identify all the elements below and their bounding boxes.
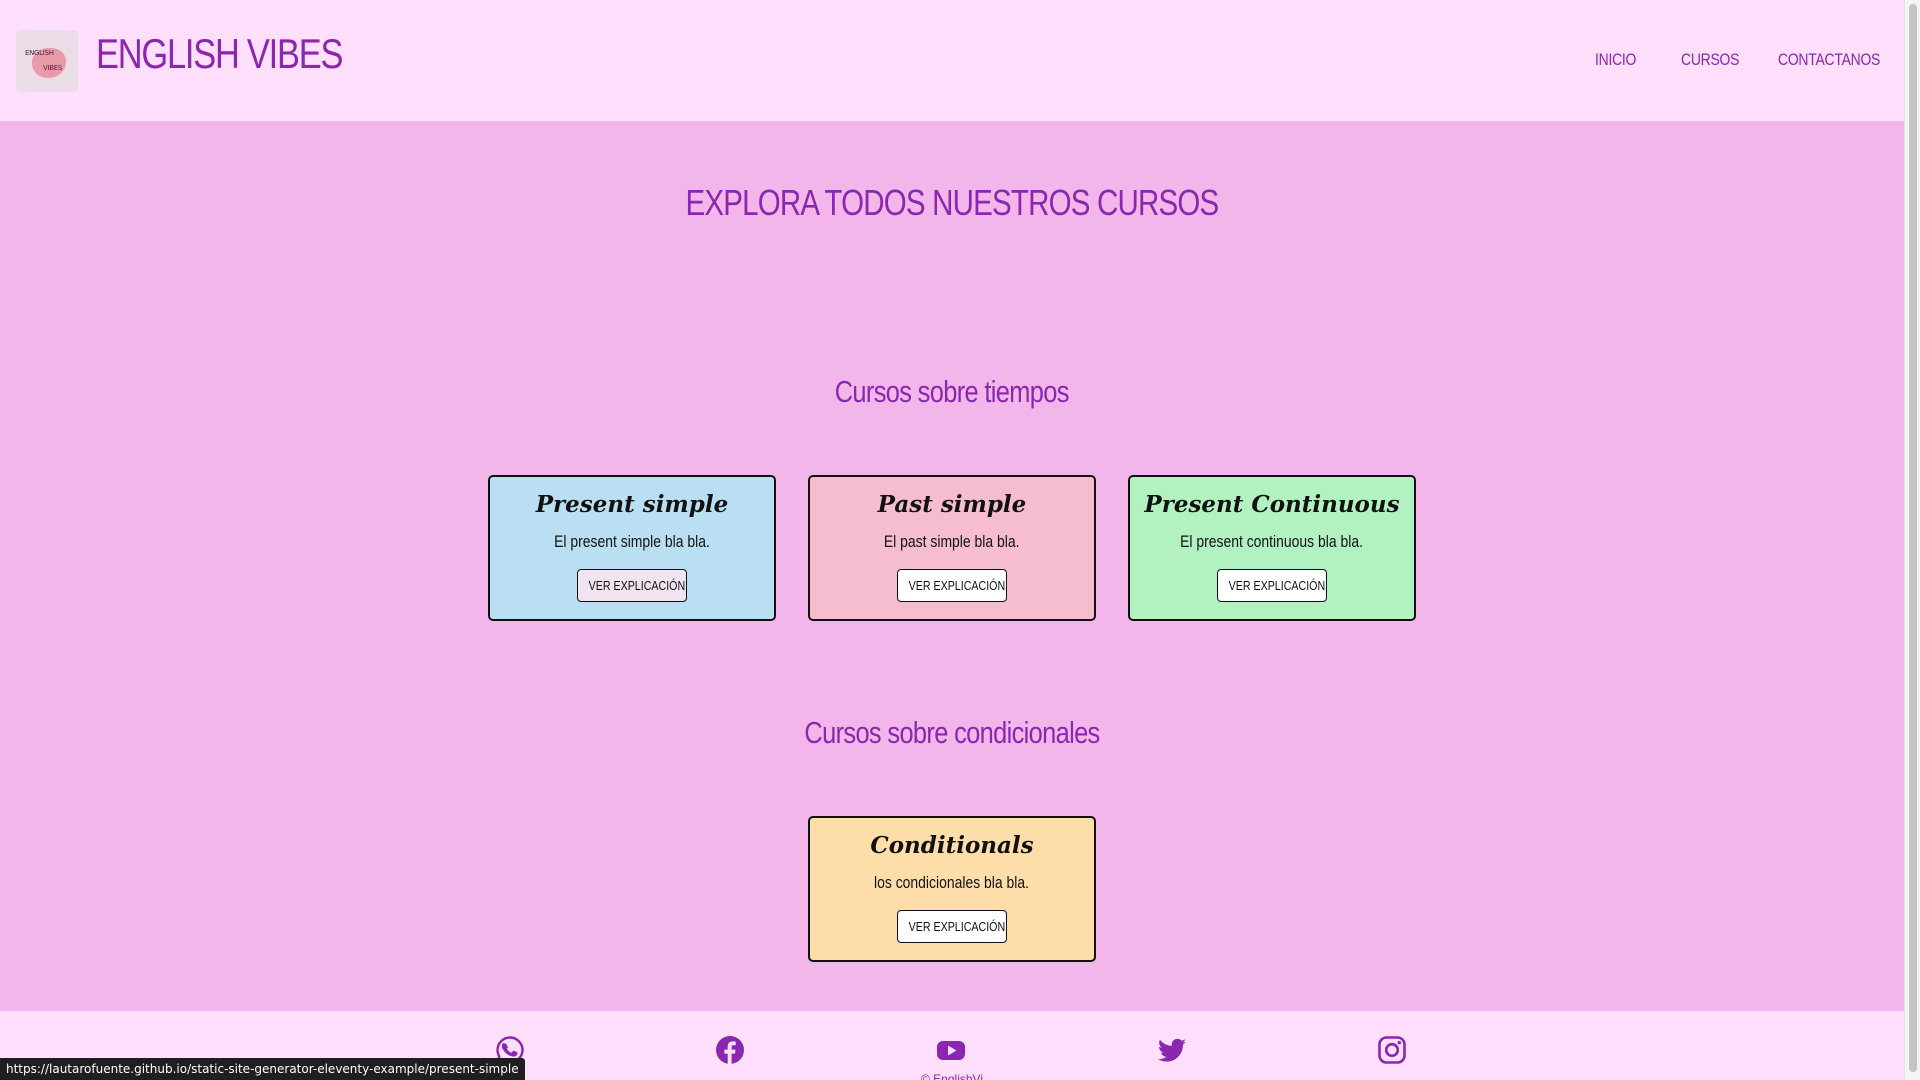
ver-explicacion-button[interactable]: VER EXPLICACIÓN (897, 569, 1007, 602)
logo-text-line2: VIBES (43, 64, 63, 72)
course-description: El present simple bla bla. (554, 532, 710, 551)
ver-explicacion-button[interactable]: VER EXPLICACIÓN (577, 569, 687, 602)
logo-text-line1: ENGLISH (25, 49, 54, 57)
link-status-bar: https://lautarofuente.github.io/static-s… (0, 1058, 525, 1080)
ver-explicacion-button[interactable]: VER EXPLICACIÓN (1217, 569, 1327, 602)
facebook-icon[interactable] (714, 1034, 746, 1066)
nav-cursos[interactable]: CURSOS (1681, 50, 1739, 70)
course-title: Conditionals (870, 832, 1034, 859)
course-title: Past simple (877, 491, 1027, 518)
section-title-condicionales: Cursos sobre condicionales (804, 715, 1100, 750)
course-card-conditionals: Conditionals los condicionales bla bla. … (808, 816, 1096, 962)
course-title: Present Continuous (1144, 491, 1400, 518)
nav-contactanos[interactable]: CONTACTANOS (1778, 50, 1880, 70)
course-title: Present simple (535, 491, 729, 518)
course-card-present-continuous: Present Continuous El present continuous… (1128, 475, 1416, 621)
scrollbar-thumb[interactable] (1909, 4, 1917, 1072)
course-description: El past simple bla bla. (884, 532, 1020, 551)
twitter-icon[interactable] (1156, 1034, 1188, 1066)
site-logo[interactable]: ENGLISH VIBES (16, 30, 78, 92)
course-card-past-simple: Past simple El past simple bla bla. VER … (808, 475, 1096, 621)
page-title: EXPLORA TODOS NUESTROS CURSOS (685, 182, 1220, 223)
vertical-scrollbar[interactable] (1904, 0, 1920, 1080)
instagram-icon[interactable] (1376, 1034, 1408, 1066)
section-title-tiempos: Cursos sobre tiempos (834, 374, 1070, 409)
nav-inicio[interactable]: INICIO (1595, 50, 1636, 70)
course-description: El present continuous bla bla. (1180, 532, 1364, 551)
ver-explicacion-button[interactable]: VER EXPLICACIÓN (897, 910, 1007, 943)
course-card-present-simple: Present simple El present simple bla bla… (488, 475, 776, 621)
site-title[interactable]: ENGLISH VIBES (96, 30, 343, 78)
youtube-icon[interactable] (935, 1034, 967, 1066)
page: ENGLISH VIBES ENGLISH VIBES INICIO CURSO… (0, 0, 1904, 1080)
site-header: ENGLISH VIBES ENGLISH VIBES INICIO CURSO… (0, 0, 1904, 122)
course-description: los condicionales bla bla. (874, 873, 1030, 892)
